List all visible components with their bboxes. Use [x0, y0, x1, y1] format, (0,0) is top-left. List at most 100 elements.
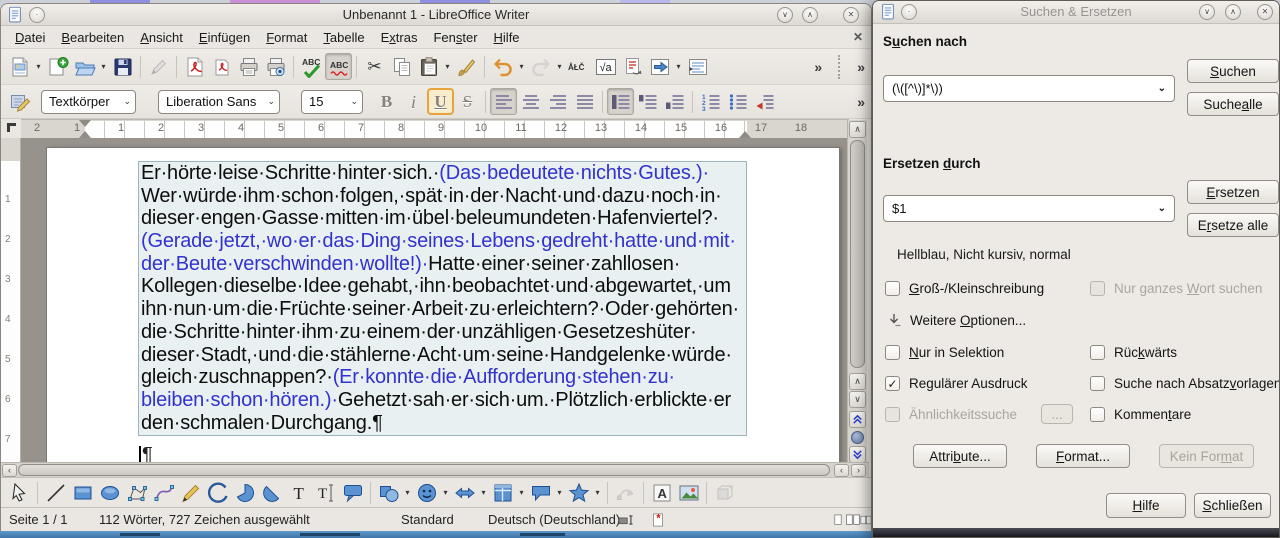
redo-dropdown-arrow[interactable]: ▾: [554, 62, 565, 71]
ellipse-button[interactable]: [96, 479, 123, 506]
curve-button[interactable]: [150, 479, 177, 506]
auto-spellcheck-button[interactable]: ABC: [325, 53, 352, 80]
replace-all-button[interactable]: Er setze alle: [1187, 213, 1279, 237]
option-backwards[interactable]: Rückwärts: [1090, 345, 1177, 360]
case-sensitive-checkbox[interactable]: [885, 281, 900, 296]
strikethrough-button[interactable]: S: [454, 88, 481, 115]
document-line[interactable]: Kollegen·dieselbe·Idee·gehabt,·ihn·beoba…: [141, 275, 746, 298]
bold-button[interactable]: B: [373, 88, 400, 115]
maximize-button[interactable]: ∧: [802, 7, 818, 23]
status-page-style[interactable]: Standard: [401, 512, 454, 527]
horizontal-scrollbar[interactable]: ‹ ‹ ›: [1, 462, 869, 477]
basic-shapes-button[interactable]: [375, 479, 402, 506]
menu-format[interactable]: Format: [258, 28, 315, 47]
close-window-button[interactable]: ✕: [843, 7, 859, 23]
undo-dropdown-arrow[interactable]: ▾: [516, 62, 527, 71]
style-settings-button[interactable]: [6, 88, 33, 115]
document-modified-icon[interactable]: *: [649, 511, 667, 529]
scroll-left-button[interactable]: ‹: [2, 464, 17, 477]
undo-button[interactable]: [489, 53, 516, 80]
no-list-button[interactable]: [751, 88, 778, 115]
format-button[interactable]: Format...: [1036, 444, 1130, 468]
dialog-close-button[interactable]: ✕: [1257, 4, 1273, 20]
help-button[interactable]: Hilfe: [1106, 493, 1186, 518]
indent-marker-left[interactable]: [79, 125, 91, 138]
print-preview-button[interactable]: [262, 53, 289, 80]
chevron-down-icon[interactable]: ⌄: [117, 96, 131, 107]
block-arrows-button[interactable]: [451, 479, 478, 506]
attributes-button[interactable]: Attri b ute...: [913, 444, 1007, 468]
ellipse-pie-button[interactable]: [231, 479, 258, 506]
paragraph-styles-checkbox[interactable]: [1090, 376, 1105, 391]
previous-page-button[interactable]: [849, 411, 866, 428]
menu-tabelle[interactable]: Tabelle: [315, 28, 372, 47]
new-from-template-button[interactable]: [44, 53, 71, 80]
document-page[interactable]: Er·hörte·leise·Schritte·hinter·sich.·(Da…: [47, 148, 839, 463]
text-box-button[interactable]: T: [285, 479, 312, 506]
selection-mode-icon[interactable]: [617, 511, 635, 529]
special-character-button[interactable]: ÅŁČ: [565, 53, 592, 80]
document-line[interactable]: bleiben·schon·hören.)·Gehetzt·sah·er·sic…: [141, 389, 746, 412]
justify-button[interactable]: [571, 88, 598, 115]
search-button[interactable]: Suchen: [1187, 59, 1279, 83]
italic-button[interactable]: i: [400, 88, 427, 115]
menu-fenster[interactable]: Fenster: [425, 28, 485, 47]
save-button[interactable]: [109, 53, 136, 80]
next-page-button[interactable]: [849, 446, 866, 463]
spacing-1-button[interactable]: [607, 88, 634, 115]
selected-paragraph[interactable]: Er·hörte·leise·Schritte·hinter·sich.·(Da…: [138, 161, 747, 436]
tab-type-selector[interactable]: [7, 123, 16, 132]
print-button[interactable]: [235, 53, 262, 80]
formatting-marks-button[interactable]: [684, 53, 711, 80]
scroll-right-button[interactable]: ›: [851, 464, 866, 477]
callout-shapes-button[interactable]: [527, 479, 554, 506]
arc-button[interactable]: [204, 479, 231, 506]
vertical-scrollbar[interactable]: ∧ ∧ ∨: [847, 120, 867, 463]
clone-formatting-button[interactable]: [453, 53, 480, 80]
close-document-icon[interactable]: ✕: [853, 30, 863, 44]
new-document-dropdown-arrow[interactable]: ▾: [33, 62, 44, 71]
option-regular-expressions[interactable]: ✓ Regulärer Ausdruck: [885, 376, 1028, 391]
menu-bearbeiten[interactable]: Bearbeiten: [53, 28, 132, 47]
menu-ansicht[interactable]: Ansicht: [132, 28, 191, 47]
align-center-button[interactable]: [517, 88, 544, 115]
regular-expressions-checkbox[interactable]: ✓: [885, 376, 900, 391]
font-size-select[interactable]: 15 ⌄: [301, 89, 363, 114]
option-paragraph-styles[interactable]: Suche nach Absatzvorlagen: [1090, 376, 1279, 391]
menu-extras[interactable]: Extras: [373, 28, 426, 47]
paste-dropdown-arrow[interactable]: ▾: [442, 62, 453, 71]
horizontal-scroll-thumb[interactable]: [18, 464, 830, 476]
scroll-down-button[interactable]: ∨: [849, 391, 866, 408]
flowchart-dropdown-arrow[interactable]: ▾: [516, 488, 527, 497]
navigator-button[interactable]: [646, 53, 673, 80]
vertical-ruler[interactable]: 1 2 3 4 5 6 7: [1, 138, 21, 463]
flowchart-button[interactable]: [489, 479, 516, 506]
status-word-count[interactable]: 112 Wörter, 727 Zeichen ausgewählt: [99, 512, 310, 527]
vertical-text-button[interactable]: T: [312, 479, 339, 506]
horizontal-ruler[interactable]: 2 1 1 2 3 4 5 6 7 8 9 10 11 12 13 14 15 16 17 18: [21, 119, 849, 138]
dialog-minimize-button[interactable]: ∨: [1199, 4, 1215, 20]
spacing-3-button[interactable]: [661, 88, 688, 115]
insert-line-button[interactable]: [42, 479, 69, 506]
paragraph-style-select[interactable]: Textkörper ⌄: [41, 89, 136, 114]
dialog-maximize-button[interactable]: ∧: [1225, 4, 1241, 20]
option-comments[interactable]: Kommentare: [1090, 407, 1191, 422]
dialog-titlebar[interactable]: · Suchen & Ersetzen ∨ ∧ ✕: [873, 1, 1279, 24]
document-line[interactable]: Er·hörte·leise·Schritte·hinter·sich.·(Da…: [141, 162, 746, 185]
comments-checkbox[interactable]: [1090, 407, 1105, 422]
menu-hilfe[interactable]: Hilfe: [486, 28, 528, 47]
document-line[interactable]: der·Beute·verschwinden·wollte!)·Hatte·ei…: [141, 253, 746, 276]
scroll-left-button-2[interactable]: ‹: [834, 464, 849, 477]
insert-image-button[interactable]: [675, 479, 702, 506]
underline-button[interactable]: U: [427, 88, 454, 115]
vertical-scroll-thumb[interactable]: [850, 140, 865, 368]
paste-button[interactable]: [415, 53, 442, 80]
spacing-2-button[interactable]: [634, 88, 661, 115]
close-dialog-action-button[interactable]: Schließen: [1194, 493, 1271, 518]
minimize-button[interactable]: ∨: [777, 7, 793, 23]
copy-button[interactable]: [388, 53, 415, 80]
toolbar-drag-handle[interactable]: [838, 54, 841, 79]
document-line[interactable]: dieser·Stadt,·und·die·stählerne·Acht·um·…: [141, 344, 746, 367]
status-page-number[interactable]: Seite 1 / 1: [9, 512, 68, 527]
open-dropdown-arrow[interactable]: ▾: [98, 62, 109, 71]
